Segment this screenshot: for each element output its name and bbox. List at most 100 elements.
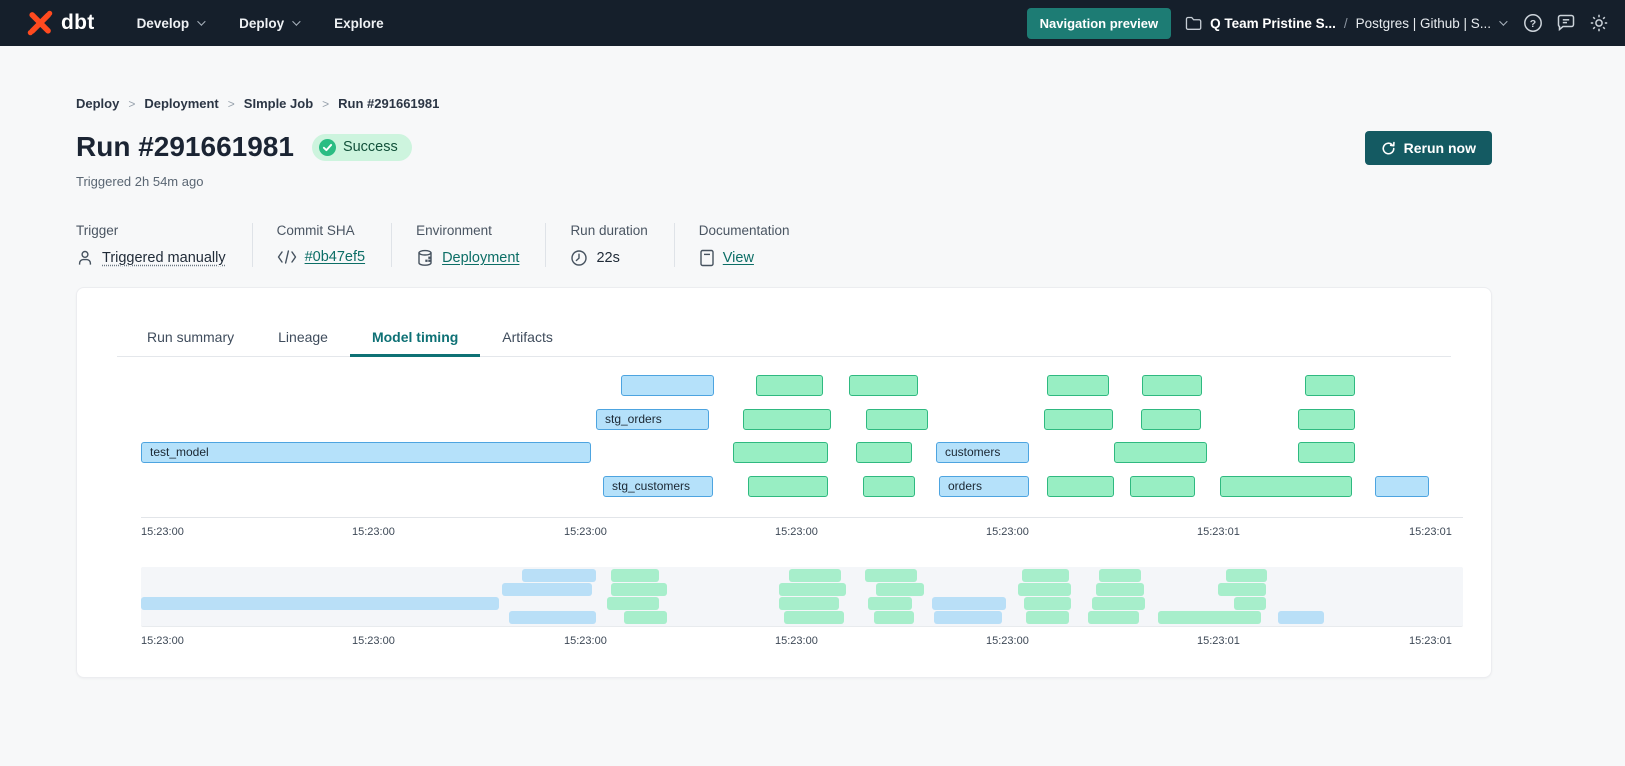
gantt-bar[interactable]: [1047, 476, 1114, 497]
gantt-bar[interactable]: [1298, 409, 1355, 430]
settings-gear-icon[interactable]: [1589, 13, 1609, 33]
gantt-bar: [876, 583, 924, 596]
gantt-bar[interactable]: [748, 476, 828, 497]
timing-overview-brush[interactable]: [141, 567, 1463, 627]
code-icon: [277, 250, 297, 264]
navigation-preview-button[interactable]: Navigation preview: [1027, 8, 1171, 39]
gantt-bar[interactable]: [621, 375, 714, 396]
gantt-bar: [1278, 611, 1324, 624]
breadcrumb-deploy[interactable]: Deploy: [76, 96, 119, 111]
top-navbar: dbt Develop Deploy Explore Navigation pr…: [0, 0, 1625, 46]
folder-icon: [1185, 16, 1202, 31]
rerun-now-button[interactable]: Rerun now: [1365, 131, 1492, 165]
meta-documentation: Documentation View: [674, 223, 816, 267]
gantt-bar[interactable]: [1044, 409, 1113, 430]
breadcrumb-separator: >: [322, 97, 329, 111]
gantt-bar: [1092, 597, 1145, 610]
gantt-bar[interactable]: [1375, 476, 1429, 497]
axis-tick-label: 15:23:00: [352, 635, 395, 647]
meta-run-duration: Run duration 22s: [545, 223, 673, 267]
success-check-icon: [319, 139, 336, 156]
gantt-bar[interactable]: [849, 375, 918, 396]
gantt-bar: [1226, 569, 1267, 582]
gantt-bar[interactable]: [1142, 375, 1202, 396]
axis-tick-label: 15:23:00: [775, 635, 818, 647]
gantt-bar: [865, 569, 917, 582]
tab-model-timing[interactable]: Model timing: [350, 318, 480, 356]
account-project-switcher[interactable]: Q Team Pristine S... / Postgres | Github…: [1185, 16, 1505, 31]
gantt-bar-label: test_model: [142, 443, 209, 462]
gantt-bar[interactable]: [756, 375, 823, 396]
gantt-bar-label: stg_orders: [597, 410, 662, 429]
rerun-refresh-icon: [1381, 141, 1396, 156]
gantt-bar: [624, 611, 667, 624]
gantt-bar-customers[interactable]: customers: [936, 442, 1029, 463]
axis-tick-label: 15:23:00: [141, 526, 184, 538]
breadcrumb-deployment[interactable]: Deployment: [144, 96, 218, 111]
gantt-bar[interactable]: [1141, 409, 1201, 430]
commit-sha-link[interactable]: #0b47ef5: [305, 249, 365, 265]
meta-label: Environment: [416, 223, 519, 238]
run-detail-card: Run summary Lineage Model timing Artifac…: [76, 287, 1492, 678]
breadcrumb: Deploy > Deployment > SImple Job > Run #…: [76, 46, 1492, 111]
gantt-bar[interactable]: [863, 476, 915, 497]
gantt-bar: [522, 569, 596, 582]
timing-axis-main: 15:23:00 15:23:00 15:23:00 15:23:00 15:23:00…: [141, 517, 1463, 543]
gantt-bar: [607, 597, 659, 610]
svg-text:?: ?: [1530, 18, 1536, 30]
gantt-bar[interactable]: [1298, 442, 1355, 463]
documentation-view-link[interactable]: View: [723, 250, 754, 266]
meta-label: Documentation: [699, 223, 790, 238]
person-icon: [76, 249, 94, 267]
axis-tick-label: 15:23:00: [564, 526, 607, 538]
help-icon[interactable]: ?: [1523, 13, 1543, 33]
tab-run-summary[interactable]: Run summary: [125, 318, 256, 356]
gantt-bar-label: orders: [940, 477, 982, 496]
dbt-home-link[interactable]: dbt: [26, 9, 95, 37]
gantt-bar-stg_orders[interactable]: stg_orders: [596, 409, 709, 430]
gantt-bar: [874, 611, 914, 624]
menu-deploy[interactable]: Deploy: [221, 0, 316, 46]
trigger-value-tooltip[interactable]: Triggered manually: [102, 250, 226, 266]
breadcrumb-job[interactable]: SImple Job: [244, 96, 313, 111]
axis-tick-label: 15:23:00: [352, 526, 395, 538]
gantt-bar[interactable]: [1220, 476, 1352, 497]
gantt-bar: [789, 569, 841, 582]
meta-label: Run duration: [570, 223, 647, 238]
gantt-bar[interactable]: [743, 409, 831, 430]
account-name: Q Team Pristine S...: [1210, 16, 1336, 31]
gantt-bar: [934, 611, 1002, 624]
axis-tick-label: 15:23:00: [986, 526, 1029, 538]
axis-tick-label: 15:23:00: [775, 526, 818, 538]
menu-develop[interactable]: Develop: [119, 0, 222, 46]
timing-gantt-main: stg_orders test_model customers stg_custome…: [141, 375, 1463, 517]
meta-label: Trigger: [76, 223, 226, 238]
database-icon: [416, 249, 434, 267]
tab-artifacts[interactable]: Artifacts: [480, 318, 575, 356]
menu-develop-label: Develop: [137, 16, 190, 31]
status-text: Success: [343, 139, 398, 155]
meta-label: Commit SHA: [277, 223, 365, 238]
gantt-bar[interactable]: [856, 442, 912, 463]
main-menu: Develop Deploy Explore: [119, 0, 402, 46]
menu-explore[interactable]: Explore: [316, 0, 402, 46]
gantt-bar: [1096, 583, 1144, 596]
page-title: Run #291661981: [76, 131, 294, 163]
meta-trigger: Trigger Triggered manually: [76, 223, 252, 267]
gantt-bar-stg_customers[interactable]: stg_customers: [603, 476, 713, 497]
gantt-bar[interactable]: [1130, 476, 1195, 497]
gantt-bar: [1026, 611, 1069, 624]
document-icon: [699, 249, 715, 267]
gantt-bar[interactable]: [1047, 375, 1109, 396]
gantt-bar-test_model[interactable]: test_model: [141, 442, 591, 463]
feedback-icon[interactable]: [1556, 13, 1576, 33]
gantt-bar[interactable]: [866, 409, 928, 430]
menu-deploy-label: Deploy: [239, 16, 284, 31]
environment-link[interactable]: Deployment: [442, 250, 519, 266]
gantt-bar[interactable]: [733, 442, 828, 463]
gantt-bar-orders[interactable]: orders: [939, 476, 1029, 497]
tab-lineage[interactable]: Lineage: [256, 318, 350, 356]
brand-name: dbt: [61, 11, 95, 35]
gantt-bar[interactable]: [1305, 375, 1355, 396]
gantt-bar[interactable]: [1114, 442, 1207, 463]
